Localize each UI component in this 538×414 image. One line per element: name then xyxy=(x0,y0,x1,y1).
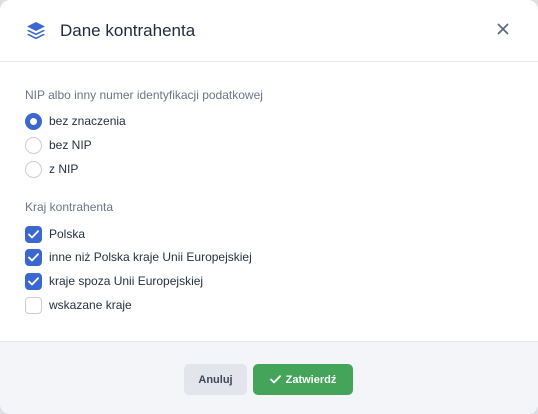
radio-label: bez znaczenia xyxy=(49,114,126,128)
confirm-button[interactable]: Zatwierdź xyxy=(253,364,353,395)
radio-label: z NIP xyxy=(49,162,79,176)
radio-label: bez NIP xyxy=(49,138,92,152)
checkbox-non-eu[interactable]: kraje spoza Unii Europejskiej xyxy=(25,272,203,290)
dialog-title: Dane kontrahenta xyxy=(60,21,196,40)
country-section-label: Kraj kontrahenta xyxy=(25,200,114,214)
checkbox-eu[interactable]: inne niż Polska kraje Unii Europejskiej xyxy=(25,248,252,266)
nip-section-label: NIP albo inny numer identyfikacji podatk… xyxy=(25,88,263,102)
check-icon xyxy=(269,375,281,384)
close-icon[interactable] xyxy=(494,20,512,38)
checkbox-label: kraje spoza Unii Europejskiej xyxy=(49,274,204,288)
confirm-label: Zatwierdź xyxy=(285,373,337,386)
layers-icon xyxy=(24,19,48,43)
radio-bez-nip[interactable]: bez NIP xyxy=(25,136,92,154)
checkbox-checked[interactable] xyxy=(25,248,42,266)
radio-button[interactable] xyxy=(25,136,42,154)
radio-button-selected[interactable] xyxy=(25,112,42,130)
checkbox-checked[interactable] xyxy=(25,272,42,290)
check-icon xyxy=(28,252,39,261)
checkbox-label: Polska xyxy=(49,227,86,241)
checkbox-polska[interactable]: Polska xyxy=(25,225,85,243)
dialog-header: Dane kontrahenta xyxy=(0,0,538,62)
radio-button[interactable] xyxy=(25,160,42,178)
checkbox-checked[interactable] xyxy=(25,225,42,243)
radio-z-nip[interactable]: z NIP xyxy=(25,160,78,178)
checkbox-label: inne niż Polska kraje Unii Europejskiej xyxy=(49,250,252,264)
checkbox-wskazane-kraje[interactable]: wskazane kraje xyxy=(25,296,132,314)
dialog-footer: Anuluj Zatwierdź xyxy=(0,341,538,414)
cancel-button[interactable]: Anuluj xyxy=(184,364,247,395)
check-icon xyxy=(28,276,39,285)
checkbox-label: wskazane kraje xyxy=(49,298,132,312)
contractor-dialog: Dane kontrahenta NIP albo inny numer ide… xyxy=(0,0,538,414)
check-icon xyxy=(28,229,39,238)
radio-bez-znaczenia[interactable]: bez znaczenia xyxy=(25,112,126,130)
checkbox[interactable] xyxy=(25,296,42,314)
